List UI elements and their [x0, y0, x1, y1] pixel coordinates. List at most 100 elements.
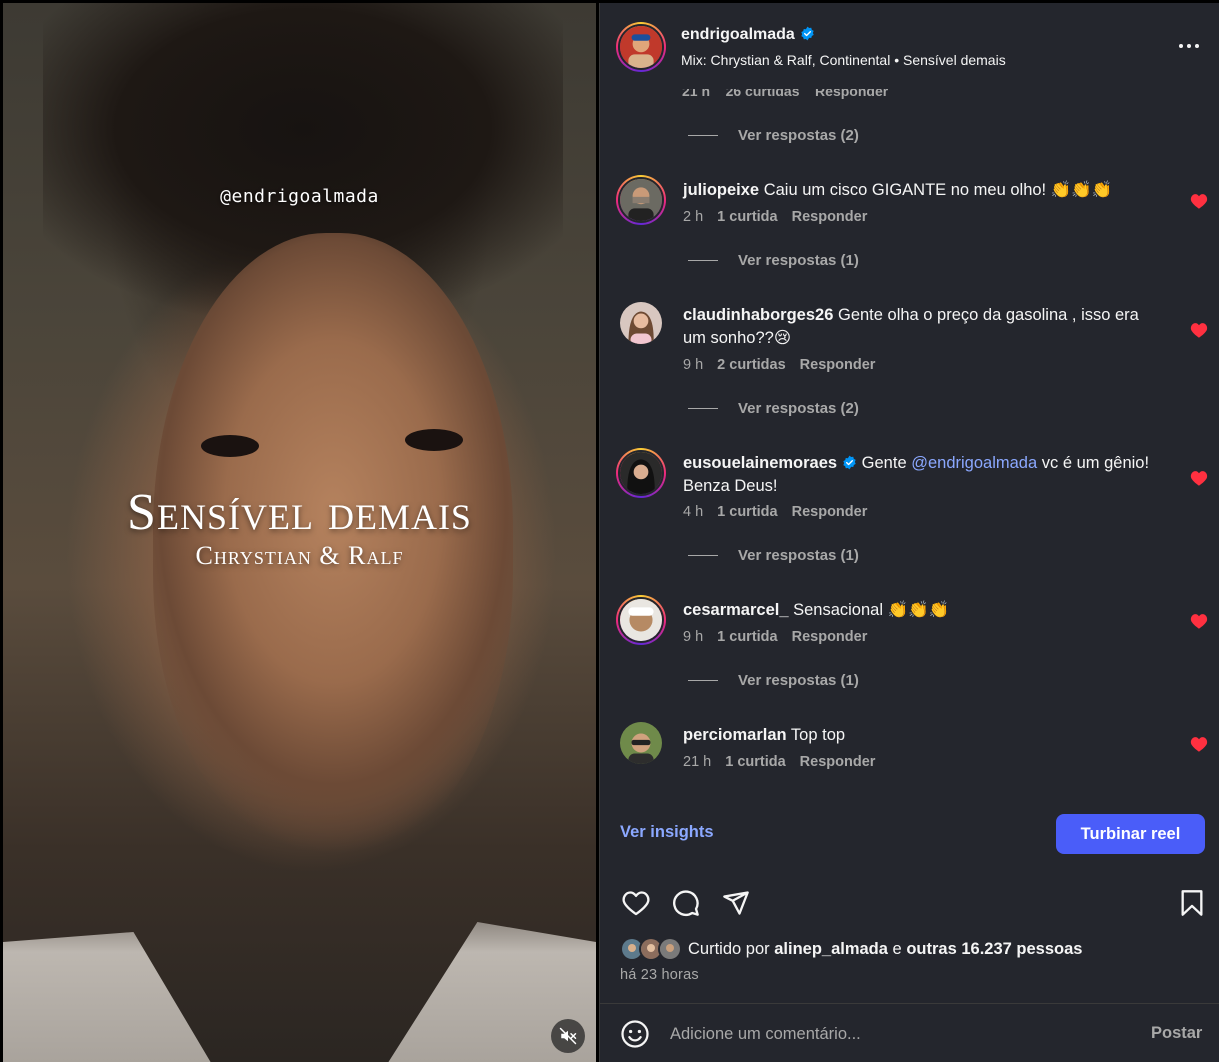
partial-comment-meta: 21 h 26 curtidas Responder [682, 89, 889, 99]
view-insights-link[interactable]: Ver insights [620, 823, 714, 842]
likes-prefix: Curtido por [688, 939, 770, 958]
share-icon [723, 891, 749, 915]
muted-speaker-icon [559, 1027, 577, 1045]
comment-text: eusouelainemoraes Gente @endrigoalmada v… [683, 452, 1163, 498]
comment-likes[interactable]: 1 curtida [717, 629, 777, 645]
comment-avatar[interactable] [620, 722, 662, 764]
video-frame-shirt [3, 922, 596, 1062]
verified-badge-icon [843, 455, 856, 470]
reply-button[interactable]: Responder [800, 357, 876, 373]
owner-username[interactable]: endrigoalmada [681, 26, 795, 43]
comment-meta: 2 h 1 curtida Responder [683, 209, 867, 225]
view-replies-label: Ver respostas (1) [738, 672, 859, 689]
post-comment-button[interactable]: Postar [1151, 1024, 1202, 1043]
comment-meta: 9 h 1 curtida Responder [683, 629, 867, 645]
reel-song-artist: Chrystian & Ralf [195, 541, 404, 570]
replies-divider [688, 260, 718, 261]
reply-button[interactable]: Responder [800, 754, 876, 770]
comment-button[interactable] [670, 887, 702, 919]
comment-meta: 9 h 2 curtidas Responder [683, 357, 875, 373]
view-replies-button[interactable]: Ver respostas (2) [688, 400, 859, 417]
comment-likes[interactable]: 1 curtida [725, 754, 785, 770]
comment-avatar[interactable] [620, 302, 662, 344]
liker-username[interactable]: alinep_almada [774, 940, 888, 958]
verified-badge-icon [801, 26, 814, 41]
reel-handle-overlay: @endrigoalmada [220, 186, 379, 207]
comment-meta: 4 h 1 curtida Responder [683, 504, 867, 520]
replies-divider [688, 408, 718, 409]
comment-username[interactable]: juliopeixe [683, 181, 759, 199]
view-replies-label: Ver respostas (1) [738, 252, 859, 269]
view-replies-button[interactable]: Ver respostas (1) [688, 672, 859, 689]
view-replies-button[interactable]: Ver respostas (1) [688, 252, 859, 269]
emoji-icon[interactable] [620, 1019, 650, 1049]
post-actions [600, 883, 1219, 923]
heart-icon [622, 891, 650, 916]
more-options-button[interactable] [1176, 33, 1202, 59]
comment-username[interactable]: cesarmarcel_ [683, 601, 789, 619]
comments-list[interactable]: 21 h 26 curtidas Responder Ver respostas… [600, 89, 1219, 789]
reel-song-title: Sensível demais [127, 484, 472, 541]
video-frame-eye-left [201, 435, 259, 457]
share-button[interactable] [720, 887, 752, 919]
comment-body: Caiu um cisco GIGANTE no meu olho! 👏👏👏 [763, 181, 1113, 199]
mute-button[interactable] [551, 1019, 585, 1053]
audio-attribution[interactable]: Mix: Chrystian & Ralf, Continental • Sen… [681, 52, 1006, 68]
comment-likes[interactable]: 2 curtidas [717, 357, 786, 373]
view-replies-label: Ver respostas (1) [738, 547, 859, 564]
like-button[interactable] [620, 887, 652, 919]
reply-button[interactable]: Responder [792, 504, 868, 520]
comment-time: 4 h [683, 504, 704, 520]
likes-connector: e [892, 939, 902, 958]
likes-text: Curtido por alinep_almada e outras 16.23… [688, 940, 1082, 959]
mention-link[interactable]: @endrigoalmada [911, 454, 1037, 472]
comment-avatar[interactable] [616, 595, 666, 645]
view-replies-button[interactable]: Ver respostas (2) [688, 127, 859, 144]
comment-likes[interactable]: 1 curtida [717, 209, 777, 225]
comment-username[interactable]: eusouelainemoraes [683, 454, 837, 472]
boost-reel-button[interactable]: Turbinar reel [1056, 814, 1205, 854]
likes-others[interactable]: outras 16.237 pessoas [906, 940, 1082, 958]
add-comment-bar: Postar [600, 1003, 1219, 1062]
comment-body: Top top [790, 726, 846, 744]
comment-text: juliopeixe Caiu um cisco GIGANTE no meu … [683, 179, 1163, 202]
comment-username[interactable]: perciomarlan [683, 726, 787, 744]
comment-input[interactable] [670, 1021, 1110, 1047]
reel-video[interactable]: @endrigoalmada Sensível demais Chrystian… [3, 3, 596, 1062]
insights-row: Ver insights Turbinar reel [600, 807, 1219, 855]
comment-body: Sensacional 👏👏👏 [793, 601, 950, 619]
reply-button[interactable]: Responder [792, 629, 868, 645]
comment-time: 21 h [683, 754, 712, 770]
owner-username-row[interactable]: endrigoalmada [681, 26, 815, 44]
comment-text: claudinhaborges26 Gente olha o preço da … [683, 304, 1163, 350]
heart-icon[interactable] [1190, 736, 1208, 752]
comment-time: 9 h [683, 629, 704, 645]
comment-text: perciomarlan Top top [683, 724, 1163, 747]
comment-avatar[interactable] [616, 448, 666, 498]
bookmark-icon [1181, 890, 1203, 916]
view-replies-button[interactable]: Ver respostas (1) [688, 547, 859, 564]
likes-summary[interactable]: Curtido por alinep_almada e outras 16.23… [620, 936, 1082, 962]
liker-avatar [658, 937, 682, 961]
heart-icon[interactable] [1190, 470, 1208, 486]
video-frame-eye-right [405, 429, 463, 451]
comment-avatar[interactable] [616, 175, 666, 225]
owner-avatar[interactable] [616, 22, 666, 72]
post-time: há 23 horas [620, 967, 699, 983]
view-replies-label: Ver respostas (2) [738, 127, 859, 144]
comment-likes[interactable]: 1 curtida [717, 504, 777, 520]
comment-time: 2 h [683, 209, 704, 225]
replies-divider [688, 680, 718, 681]
comment-time: 9 h [683, 357, 704, 373]
post-header: endrigoalmada Mix: Chrystian & Ralf, Con… [600, 3, 1219, 89]
liker-avatars [620, 936, 682, 962]
replies-divider [688, 135, 718, 136]
heart-icon[interactable] [1190, 193, 1208, 209]
heart-icon[interactable] [1190, 322, 1208, 338]
save-button[interactable] [1176, 887, 1208, 919]
comment-text: cesarmarcel_ Sensacional 👏👏👏 [683, 599, 1163, 622]
heart-icon[interactable] [1190, 613, 1208, 629]
reply-button[interactable]: Responder [792, 209, 868, 225]
comment-username[interactable]: claudinhaborges26 [683, 306, 833, 324]
reel-side-panel: endrigoalmada Mix: Chrystian & Ralf, Con… [599, 3, 1219, 1062]
